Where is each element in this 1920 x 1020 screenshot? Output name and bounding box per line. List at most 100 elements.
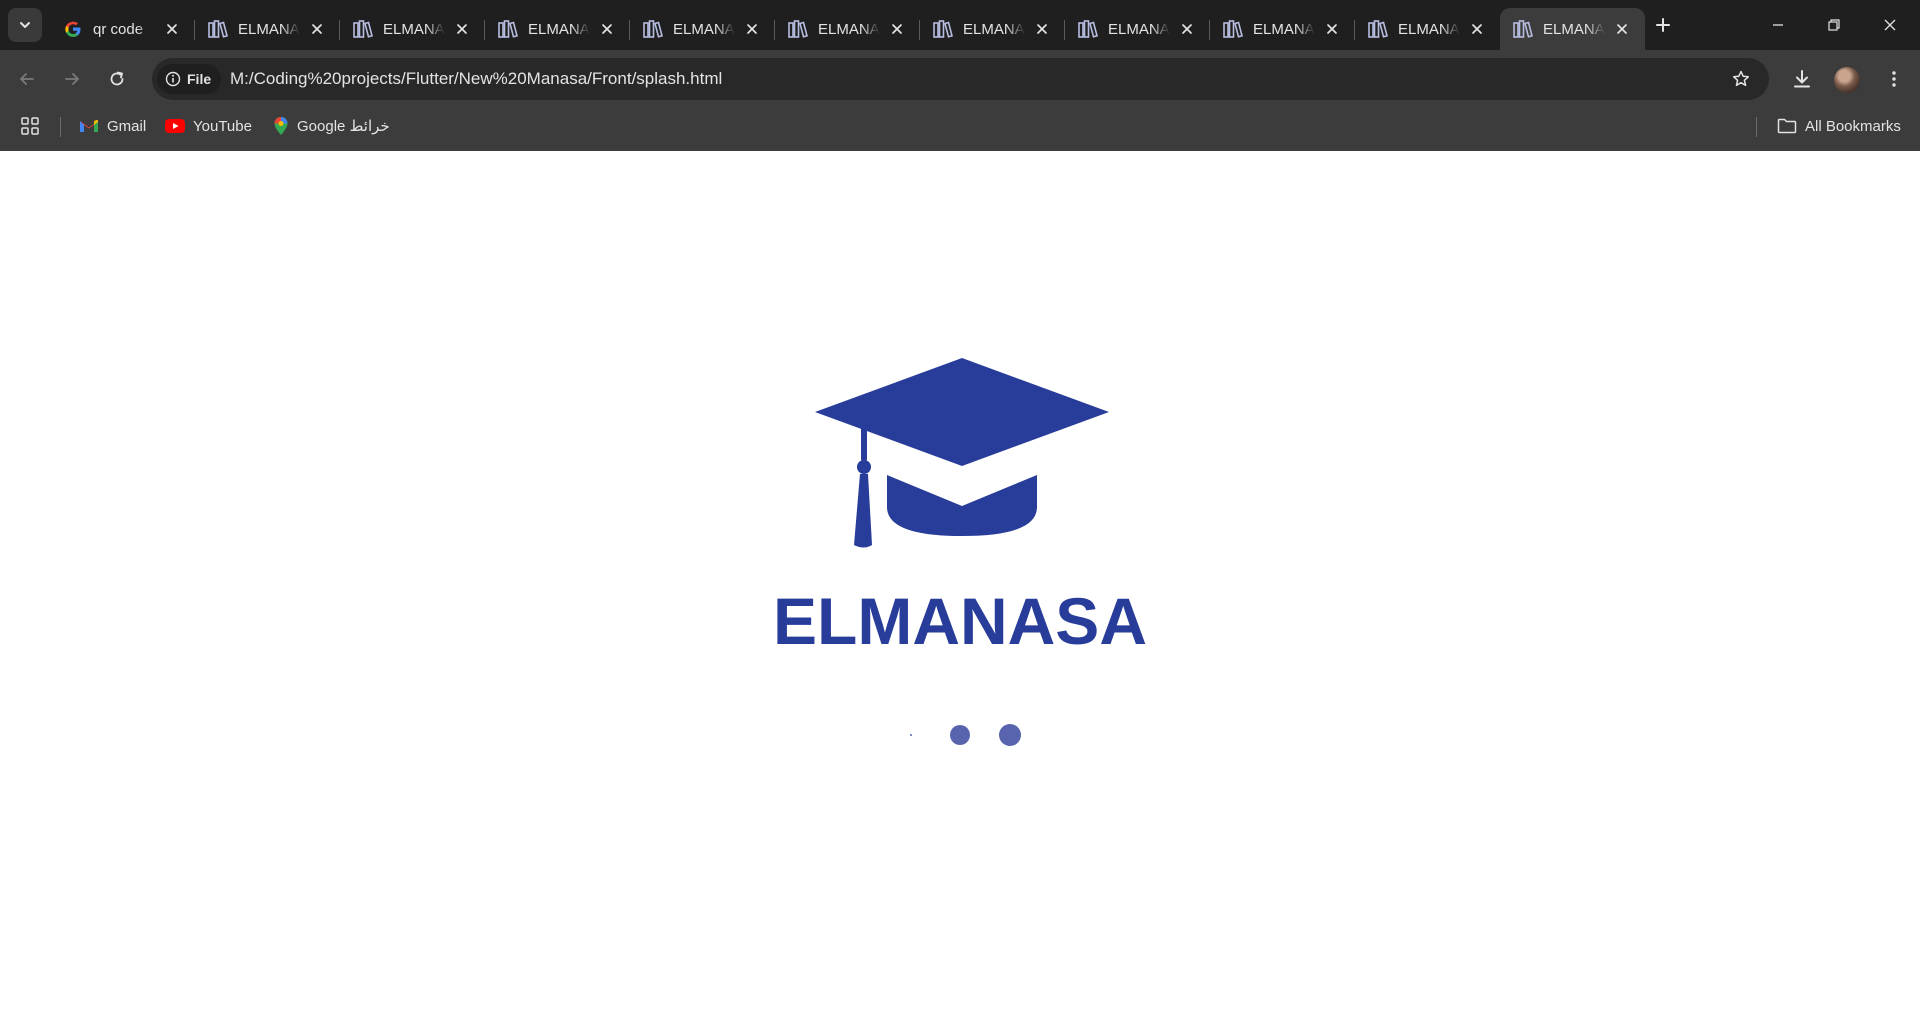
books-icon <box>643 19 663 39</box>
star-icon <box>1732 70 1750 87</box>
minimize-icon <box>1773 24 1783 26</box>
bookmarks-divider <box>1756 117 1757 137</box>
close-icon <box>457 24 467 34</box>
books-icon <box>1078 19 1098 39</box>
minimize-button[interactable] <box>1750 0 1806 50</box>
close-icon <box>892 24 902 34</box>
tab-title: ELMANASA <box>818 20 880 38</box>
close-icon <box>602 24 612 34</box>
apps-button[interactable] <box>21 108 39 144</box>
close-icon <box>1182 24 1192 34</box>
books-icon <box>498 19 518 39</box>
browser-toolbar: File M:/Coding%20projects/Flutter/New%20… <box>0 50 1920 108</box>
forward-button[interactable] <box>54 61 90 97</box>
brand-title: ELMANASA <box>773 584 1147 658</box>
tab-title: ELMANASA <box>1253 20 1315 38</box>
browser-tab[interactable]: ELMANASA <box>1210 8 1355 50</box>
arrow-left-icon <box>20 73 34 85</box>
tab-title: ELMANASA <box>238 20 300 38</box>
all-bookmarks-button[interactable]: All Bookmarks <box>1777 108 1901 144</box>
folder-icon <box>1777 118 1797 134</box>
books-icon <box>1368 19 1388 39</box>
browser-window: qr code ELMANASA ELMANASA ELMANASA ELMAN… <box>0 0 1920 1020</box>
tab-close-button[interactable] <box>1468 20 1486 38</box>
close-icon <box>167 24 177 34</box>
browser-tab[interactable]: ELMANASA <box>775 8 920 50</box>
loading-dot <box>950 725 970 745</box>
site-info-chip[interactable]: File <box>157 64 222 94</box>
close-icon <box>1472 24 1482 34</box>
tab-close-button[interactable] <box>1033 20 1051 38</box>
browser-tab[interactable]: ELMANASA <box>1065 8 1210 50</box>
bookmarks-bar: Gmail YouTube Google خرائط All Bookmarks <box>0 108 1920 151</box>
bookmarks-divider <box>60 117 61 137</box>
bookmark-label: Google خرائط <box>297 118 390 135</box>
address-bar[interactable]: File M:/Coding%20projects/Flutter/New%20… <box>152 58 1769 100</box>
bookmark-google-maps[interactable]: Google خرائط <box>273 108 390 144</box>
tab-title: ELMANASA <box>528 20 590 38</box>
tab-title: ELMANASA <box>383 20 445 38</box>
url-text[interactable]: M:/Coding%20projects/Flutter/New%20Manas… <box>230 58 722 100</box>
close-icon <box>312 24 322 34</box>
tab-list: qr code ELMANASA ELMANASA ELMANASA ELMAN… <box>50 4 1645 50</box>
tab-close-button[interactable] <box>598 20 616 38</box>
close-icon <box>1327 24 1337 34</box>
tab-search-button[interactable] <box>8 8 42 42</box>
close-icon <box>747 24 757 34</box>
bookmark-star-button[interactable] <box>1725 63 1757 95</box>
browser-tab[interactable]: qr code <box>50 8 195 50</box>
tab-close-button[interactable] <box>743 20 761 38</box>
bookmark-youtube[interactable]: YouTube <box>165 108 252 144</box>
browser-tab[interactable]: ELMANASA <box>630 8 775 50</box>
browser-tab[interactable]: ELMANASA <box>340 8 485 50</box>
all-bookmarks-label: All Bookmarks <box>1805 117 1901 135</box>
arrow-right-icon <box>65 73 79 85</box>
tab-close-button[interactable] <box>1613 20 1631 38</box>
google-g-icon <box>63 19 83 39</box>
books-icon <box>788 19 808 39</box>
tab-close-button[interactable] <box>888 20 906 38</box>
tab-close-button[interactable] <box>308 20 326 38</box>
youtube-icon <box>165 119 185 133</box>
splash-page: ELMANASA <box>0 151 1920 1020</box>
browser-menu-button[interactable] <box>1876 61 1912 97</box>
browser-tab[interactable]: ELMANASA <box>1500 8 1645 50</box>
browser-tab[interactable]: ELMANASA <box>195 8 340 50</box>
browser-tab[interactable]: ELMANASA <box>485 8 630 50</box>
tab-title: ELMANASA <box>1108 20 1170 38</box>
restore-button[interactable] <box>1806 0 1862 50</box>
bookmark-gmail[interactable]: Gmail <box>79 108 146 144</box>
close-window-button[interactable] <box>1862 0 1918 50</box>
profile-avatar[interactable] <box>1834 67 1860 93</box>
bookmark-label: Gmail <box>107 117 147 135</box>
loading-dot <box>910 734 912 736</box>
more-vertical-icon <box>1892 71 1896 87</box>
info-icon <box>165 71 181 87</box>
reload-button[interactable] <box>99 61 135 97</box>
books-icon <box>1513 19 1533 39</box>
site-chip-label: File <box>187 71 212 87</box>
graduation-cap-icon <box>815 358 1109 548</box>
browser-tab[interactable]: ELMANASA <box>1355 8 1500 50</box>
tab-title: ELMANASA <box>1543 20 1605 38</box>
new-tab-button[interactable] <box>1648 10 1678 40</box>
tab-strip: qr code ELMANASA ELMANASA ELMANASA ELMAN… <box>0 0 1920 50</box>
back-button[interactable] <box>9 61 45 97</box>
plus-icon <box>1656 18 1670 32</box>
bookmark-label: YouTube <box>193 117 252 135</box>
tab-close-button[interactable] <box>453 20 471 38</box>
apps-grid-icon <box>21 117 39 135</box>
close-icon <box>1884 19 1896 31</box>
tab-close-button[interactable] <box>1178 20 1196 38</box>
tab-close-button[interactable] <box>163 20 181 38</box>
tab-close-button[interactable] <box>1323 20 1341 38</box>
reload-icon <box>110 71 124 86</box>
tab-title: ELMANASA <box>1398 20 1460 38</box>
downloads-button[interactable] <box>1784 61 1820 97</box>
loading-dot <box>999 724 1021 746</box>
restore-icon <box>1828 19 1840 31</box>
google-maps-icon <box>274 117 288 135</box>
browser-tab[interactable]: ELMANASA <box>920 8 1065 50</box>
books-icon <box>933 19 953 39</box>
tab-title: ELMANASA <box>673 20 735 38</box>
